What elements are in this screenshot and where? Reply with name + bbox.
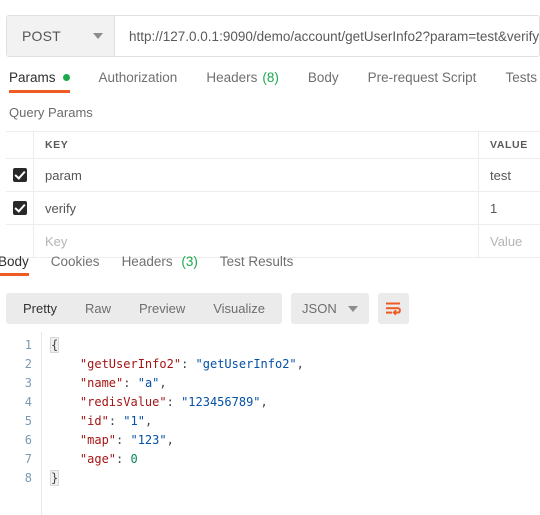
line-number: 5: [24, 414, 32, 428]
chevron-down-icon: [347, 305, 358, 312]
language-label: JSON: [302, 301, 337, 316]
table-row: param test: [6, 159, 540, 192]
line-number: 4: [24, 395, 32, 409]
line-number: 7: [24, 452, 32, 466]
line-number: 8: [24, 471, 32, 485]
request-tab-bar: Params Authorization Headers (8) Body Pr…: [0, 70, 540, 97]
new-key-input[interactable]: Key: [33, 225, 478, 257]
request-url-bar: POST http://127.0.0.1:9090/demo/account/…: [6, 15, 540, 57]
row-checkbox-cell: [6, 225, 33, 257]
view-pretty-button[interactable]: Pretty: [9, 293, 71, 324]
response-tab-bar: Body Cookies Headers (3) Test Results: [0, 254, 540, 280]
response-body-viewer[interactable]: 1 2 3 4 5 6 7 8 { "getUserInfo2": "getUs…: [0, 332, 540, 515]
tab-headers-label: Headers: [206, 70, 258, 85]
table-row: verify 1: [6, 192, 540, 225]
language-dropdown[interactable]: JSON: [291, 293, 369, 324]
view-visualize-button[interactable]: Visualize: [199, 293, 279, 324]
row-key-input[interactable]: param: [33, 159, 478, 191]
response-tab-cookies[interactable]: Cookies: [51, 254, 100, 276]
code-line: "name": "a",: [79, 376, 167, 390]
table-header-row: KEY VALUE: [6, 132, 540, 159]
row-checkbox-cell: [6, 192, 33, 224]
view-mode-group: Pretty Raw Preview Visualize: [6, 293, 283, 324]
response-tab-test-results-label: Test Results: [219, 254, 294, 269]
url-input[interactable]: http://127.0.0.1:9090/demo/account/getUs…: [115, 16, 539, 56]
row-key-input[interactable]: verify: [33, 192, 478, 224]
tab-params-label: Params: [9, 70, 56, 85]
view-preview-button[interactable]: Preview: [125, 293, 199, 324]
params-status-dot-icon: [62, 74, 70, 81]
code-line: "map": "123",: [79, 433, 174, 447]
line-number: 1: [24, 338, 32, 352]
response-tab-body[interactable]: Body: [0, 254, 29, 276]
tab-body-label: Body: [307, 70, 339, 85]
header-key-column: KEY: [33, 132, 478, 158]
word-wrap-toggle[interactable]: [377, 293, 409, 324]
code-line: "age": 0: [79, 452, 138, 466]
response-tab-cookies-label: Cookies: [50, 254, 100, 269]
line-number-gutter: 1 2 3 4 5 6 7 8: [0, 332, 42, 515]
response-tab-headers[interactable]: Headers (3): [122, 254, 198, 276]
row-value-input[interactable]: 1: [478, 192, 540, 224]
tab-headers-count: (8): [262, 70, 279, 85]
header-checkbox-cell: [6, 132, 33, 158]
code-line: {: [49, 337, 60, 353]
query-params-table: KEY VALUE param test verify 1 Key Value: [6, 131, 540, 258]
code-line: "id": "1",: [79, 414, 153, 428]
line-number: 2: [24, 357, 32, 371]
http-method-label: POST: [22, 28, 61, 44]
header-value-column: VALUE: [478, 132, 540, 158]
tab-headers[interactable]: Headers (8): [206, 70, 279, 93]
tab-pre-request-script-label: Pre-request Script: [367, 70, 477, 85]
tab-authorization[interactable]: Authorization: [99, 70, 178, 93]
row-checkbox-cell: [6, 159, 33, 191]
code-line: "redisValue": "123456789",: [79, 395, 268, 409]
line-number: 3: [24, 376, 32, 390]
new-value-input[interactable]: Value: [478, 225, 540, 257]
chevron-down-icon: [93, 33, 103, 39]
row-value-input[interactable]: test: [478, 159, 540, 191]
tab-authorization-label: Authorization: [98, 70, 178, 85]
tab-pre-request-script[interactable]: Pre-request Script: [368, 70, 477, 93]
tab-params[interactable]: Params: [9, 70, 70, 93]
tab-tests[interactable]: Tests: [505, 70, 537, 93]
param-enabled-checkbox[interactable]: [12, 168, 27, 182]
tab-tests-label: Tests: [505, 70, 537, 85]
view-raw-button[interactable]: Raw: [71, 293, 125, 324]
query-params-title: Query Params: [9, 105, 93, 120]
http-method-dropdown[interactable]: POST: [7, 16, 115, 56]
response-tab-headers-label: Headers: [121, 254, 173, 269]
code-line: "getUserInfo2": "getUserInfo2",: [79, 357, 304, 371]
response-tab-headers-count: (3): [181, 254, 198, 269]
word-wrap-icon: [385, 302, 401, 316]
json-code-content: { "getUserInfo2": "getUserInfo2", "name"…: [42, 332, 540, 515]
line-number: 6: [24, 433, 32, 447]
code-line: }: [49, 470, 60, 486]
response-format-toolbar: Pretty Raw Preview Visualize JSON: [6, 293, 409, 324]
param-enabled-checkbox[interactable]: [12, 201, 27, 215]
tab-body[interactable]: Body: [308, 70, 339, 93]
response-tab-test-results[interactable]: Test Results: [220, 254, 294, 276]
response-tab-body-label: Body: [0, 254, 29, 269]
